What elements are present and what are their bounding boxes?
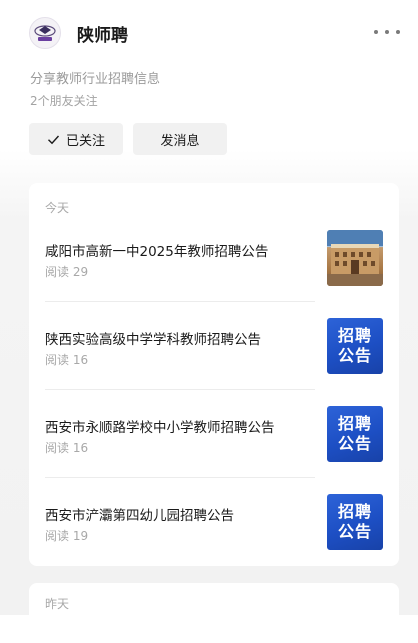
message-label: 发消息 xyxy=(160,133,200,149)
divider xyxy=(45,389,315,390)
account-avatar[interactable] xyxy=(29,17,61,49)
read-count: 阅读 16 xyxy=(45,441,89,455)
article-title[interactable]: 陕西实验高级中学学科教师招聘公告 xyxy=(45,328,261,348)
yesterday-section: 昨天 xyxy=(29,583,399,643)
follow-button[interactable]: 已关注 xyxy=(29,123,123,155)
article-thumbnail-recruitment[interactable]: 招聘 公告 xyxy=(327,318,383,374)
account-description: 分享教师行业招聘信息 xyxy=(30,72,161,87)
friends-following[interactable]: 2个朋友关注 xyxy=(30,92,98,109)
thumbnail-text-line2: 公告 xyxy=(337,434,372,453)
thumbnail-text-line2: 公告 xyxy=(337,522,372,541)
read-count: 阅读 19 xyxy=(45,529,89,543)
divider xyxy=(45,301,315,302)
logo-icon xyxy=(34,25,56,41)
checkmark-icon xyxy=(47,135,60,144)
article-title[interactable]: 西安市浐灞第四幼儿园招聘公告 xyxy=(45,504,234,524)
section-label-yesterday: 昨天 xyxy=(45,597,70,611)
read-count: 阅读 16 xyxy=(45,353,89,367)
school-building-image xyxy=(327,230,383,286)
thumbnail-text-line1: 招聘 xyxy=(337,414,372,433)
article-title[interactable]: 咸阳市高新一中2025年教师招聘公告 xyxy=(45,240,268,260)
section-label-today: 今天 xyxy=(45,201,70,215)
divider xyxy=(45,477,315,478)
account-name: 陕师聘 xyxy=(77,26,128,46)
read-count: 阅读 29 xyxy=(45,265,89,279)
follow-label: 已关注 xyxy=(65,133,105,149)
article-thumbnail-recruitment[interactable]: 招聘 公告 xyxy=(327,406,383,462)
thumbnail-text-line1: 招聘 xyxy=(337,326,372,345)
article-thumbnail-recruitment[interactable]: 招聘 公告 xyxy=(327,494,383,550)
profile-header: 陕师聘 分享教师行业招聘信息 2个朋友关注 已关注 发消息 xyxy=(0,0,418,180)
message-button[interactable]: 发消息 xyxy=(133,123,227,155)
article-thumbnail-school-photo[interactable] xyxy=(327,230,383,286)
thumbnail-text-line1: 招聘 xyxy=(337,502,372,521)
article-title[interactable]: 西安市永顺路学校中小学教师招聘公告 xyxy=(45,416,275,436)
more-dots-icon[interactable] xyxy=(374,24,400,40)
thumbnail-text-line2: 公告 xyxy=(337,346,372,365)
today-section: 今天 咸阳市高新一中2025年教师招聘公告 阅读 29 陕西实验高级中学学科教师… xyxy=(29,183,399,566)
